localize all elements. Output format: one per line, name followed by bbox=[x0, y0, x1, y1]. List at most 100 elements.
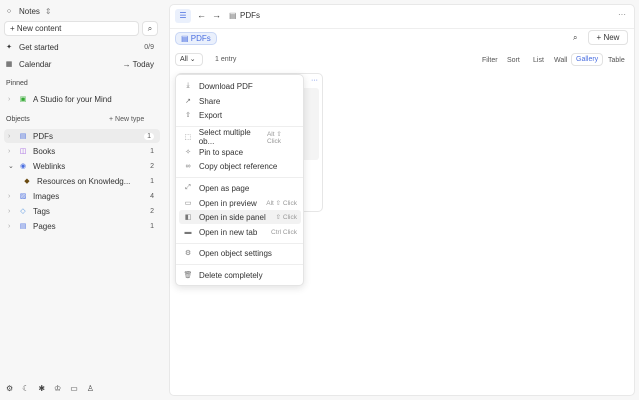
settings-icon[interactable]: ⚙ bbox=[6, 384, 13, 393]
count: 4 bbox=[150, 192, 154, 200]
chevron-updown-icon: ⇕ bbox=[44, 6, 52, 16]
chip-label: PDFs bbox=[190, 34, 211, 43]
count: 1 bbox=[150, 222, 154, 230]
trash-icon: 🗑︎ bbox=[183, 272, 193, 279]
space-name: Notes bbox=[19, 6, 40, 16]
inbox-icon[interactable]: ▭ bbox=[70, 384, 78, 393]
page-icon: ▤ bbox=[19, 223, 27, 230]
space-switcher[interactable]: ○ Notes ⇕ bbox=[4, 4, 160, 18]
filter-button[interactable]: Filter bbox=[482, 57, 498, 64]
forward-arrow-icon[interactable]: → bbox=[212, 10, 221, 20]
menu-item-open-new-tab[interactable]: ▬ Open in new tab Ctrl Click bbox=[179, 225, 301, 239]
shortcut: Ctrl Click bbox=[271, 228, 297, 236]
view-wall[interactable]: Wall bbox=[554, 57, 567, 64]
select-icon: ⬚ bbox=[184, 134, 192, 141]
user-icon[interactable]: ♙ bbox=[87, 384, 94, 393]
menu-item-download-pdf[interactable]: ⤓ Download PDF bbox=[179, 79, 301, 93]
label: Resources on Knowledg... bbox=[37, 176, 131, 186]
new-content-button[interactable]: + New content bbox=[4, 21, 139, 36]
label: Calendar bbox=[19, 59, 52, 69]
shortcut: Alt ⇧ Click bbox=[266, 130, 282, 145]
chevron-right-icon: › bbox=[8, 207, 11, 215]
search-button[interactable]: ⌕ bbox=[142, 21, 158, 36]
share-icon: ↗ bbox=[185, 98, 191, 105]
divider bbox=[176, 243, 303, 244]
menu-item-object-settings[interactable]: ⚙ Open object settings bbox=[179, 246, 301, 260]
get-started[interactable]: ✦ Get started 0/9 bbox=[4, 40, 160, 54]
menu-item-open-as-page[interactable]: ⤢ Open as page bbox=[179, 181, 301, 195]
calendar-icon: ▦ bbox=[5, 61, 13, 68]
label: Select multiple ob... bbox=[198, 128, 251, 146]
chevron-right-icon: › bbox=[8, 222, 11, 230]
search-icon[interactable]: ⌕ bbox=[573, 33, 577, 43]
sidebar-item-weblinks[interactable]: ⌄ ◉ Weblinks 2 bbox=[4, 159, 160, 173]
menu-item-export[interactable]: ⇧ Export bbox=[179, 108, 301, 122]
shortcut: ⇧ Click bbox=[275, 214, 297, 221]
weblink-thumbnail-icon: ◆ bbox=[24, 178, 30, 185]
card-more-button[interactable]: ··· bbox=[311, 77, 318, 84]
divider bbox=[176, 177, 303, 178]
divider bbox=[170, 28, 634, 29]
menu-item-select-multiple[interactable]: ⬚ Select multiple ob... Alt ⇧ Click bbox=[179, 128, 301, 146]
context-menu: ⤓ Download PDF ↗ Share ⇧ Export ⬚ Select mul… bbox=[175, 74, 304, 286]
view-list[interactable]: List bbox=[533, 57, 544, 64]
sidebar-item-books[interactable]: › ◫ Books 1 bbox=[4, 144, 160, 158]
back-arrow-icon[interactable]: ← bbox=[197, 10, 206, 20]
view-gallery[interactable]: Gallery bbox=[571, 53, 604, 66]
moon-icon[interactable]: ☾ bbox=[22, 384, 29, 393]
pinned-heading: Pinned bbox=[6, 80, 28, 87]
shortcut: Alt ⇧ Click bbox=[266, 200, 297, 207]
label: Share bbox=[199, 96, 221, 106]
sidebar-item-pages[interactable]: › ▤ Pages 1 bbox=[4, 219, 160, 233]
menu-item-open-side-panel[interactable]: ◧ Open in side panel ⇧ Click bbox=[179, 210, 301, 224]
label: Tags bbox=[33, 206, 50, 216]
link-icon: ∞ bbox=[185, 162, 191, 170]
count: 1 bbox=[150, 147, 154, 155]
pinned-item[interactable]: › ▣ A Studio for your Mind bbox=[4, 92, 160, 106]
label: Books bbox=[33, 146, 56, 156]
more-options-button[interactable]: ··· bbox=[618, 10, 626, 19]
menu-item-pin-to-space[interactable]: ✧ Pin to space bbox=[179, 145, 301, 159]
calendar[interactable]: ▦ Calendar → Today bbox=[4, 57, 160, 71]
label: Export bbox=[199, 110, 223, 120]
sidebar-item-resources[interactable]: ◆ Resources on Knowledg... 1 bbox=[4, 174, 160, 188]
new-button[interactable]: + New bbox=[588, 30, 628, 45]
count: 1 bbox=[144, 132, 154, 140]
entry-count: 1 entry bbox=[215, 56, 237, 63]
menu-item-share[interactable]: ↗ Share bbox=[179, 94, 301, 108]
label: Weblinks bbox=[33, 161, 66, 171]
chevron-right-icon: › bbox=[8, 132, 11, 140]
label: Open object settings bbox=[199, 248, 272, 258]
sidebar-item-tags[interactable]: › ◇ Tags 2 bbox=[4, 204, 160, 218]
breadcrumb[interactable]: PDFs bbox=[240, 11, 260, 20]
menu-item-open-preview[interactable]: ▭ Open in preview Alt ⇧ Click bbox=[179, 196, 301, 210]
label: Delete completely bbox=[199, 270, 263, 280]
label: Open in preview bbox=[199, 198, 257, 208]
view-table[interactable]: Table bbox=[608, 57, 625, 64]
search-icon: ⌕ bbox=[147, 24, 153, 33]
menu-item-copy-reference[interactable]: ∞ Copy object reference bbox=[179, 159, 301, 173]
label: Open in side panel bbox=[199, 212, 266, 222]
book-icon: ◫ bbox=[19, 148, 27, 155]
type-chip[interactable]: ▤ PDFs bbox=[175, 32, 217, 45]
label: PDFs bbox=[33, 131, 53, 141]
sidebar-item-pdfs[interactable]: › ▤ PDFs 1 bbox=[4, 129, 160, 143]
count: 2 bbox=[150, 207, 154, 215]
sort-button[interactable]: Sort bbox=[507, 57, 520, 64]
list-toggle-icon[interactable]: ☰ bbox=[175, 9, 191, 23]
chevron-down-icon: ⌄ bbox=[189, 56, 196, 63]
filter-all-dropdown[interactable]: All ⌄ bbox=[175, 53, 203, 66]
objects-heading: Objects bbox=[6, 116, 30, 123]
export-icon: ⇧ bbox=[185, 112, 191, 119]
sidebar-item-images[interactable]: › ▨ Images 4 bbox=[4, 189, 160, 203]
accessibility-icon[interactable]: ✱ bbox=[38, 384, 45, 393]
graduation-icon[interactable]: ♔ bbox=[54, 384, 61, 393]
menu-item-delete[interactable]: 🗑︎ Delete completely bbox=[179, 268, 301, 282]
today-link[interactable]: → Today bbox=[123, 60, 154, 69]
label: All bbox=[180, 56, 188, 63]
new-type-button[interactable]: + New type bbox=[109, 116, 144, 123]
tag-icon: ◇ bbox=[20, 208, 26, 215]
chevron-right-icon: › bbox=[8, 192, 11, 200]
label: Pin to space bbox=[199, 147, 244, 157]
divider bbox=[176, 126, 303, 127]
